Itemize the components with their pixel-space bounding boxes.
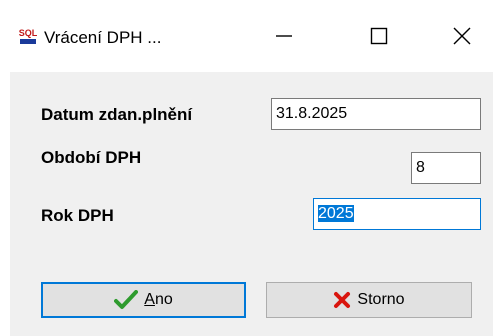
minimize-icon bbox=[276, 35, 292, 37]
close-icon bbox=[453, 27, 471, 45]
maximize-icon bbox=[370, 27, 388, 45]
svg-text:SQL: SQL bbox=[19, 28, 38, 38]
datum-field[interactable] bbox=[271, 98, 481, 130]
check-icon bbox=[114, 290, 139, 310]
rok-label: Rok DPH bbox=[41, 206, 114, 225]
ok-label: Ano bbox=[144, 291, 173, 308]
datum-label: Datum zdan.plnění bbox=[41, 105, 193, 124]
app-icon: SQL bbox=[18, 26, 38, 46]
maximize-button[interactable] bbox=[357, 14, 401, 58]
rok-selected-text: 2025 bbox=[318, 205, 354, 222]
dialog-body: Datum zdan.plnění Období DPH Rok DPH 202… bbox=[10, 72, 493, 336]
cancel-label: Storno bbox=[357, 291, 405, 308]
ok-button[interactable]: Ano bbox=[41, 282, 246, 318]
dialog-window: SQL Vrácení DPH ... Datum zdan.plnění Ob… bbox=[10, 0, 493, 336]
rok-field[interactable]: 2025 bbox=[313, 198, 481, 230]
close-button[interactable] bbox=[440, 14, 484, 58]
minimize-button[interactable] bbox=[262, 14, 306, 58]
window-title: Vrácení DPH ... bbox=[44, 28, 162, 47]
obdobi-label: Období DPH bbox=[41, 148, 142, 167]
title-bar[interactable]: SQL Vrácení DPH ... bbox=[10, 0, 493, 72]
cancel-button[interactable]: Storno bbox=[266, 282, 472, 318]
cross-icon bbox=[333, 291, 351, 309]
obdobi-field[interactable] bbox=[411, 152, 481, 184]
